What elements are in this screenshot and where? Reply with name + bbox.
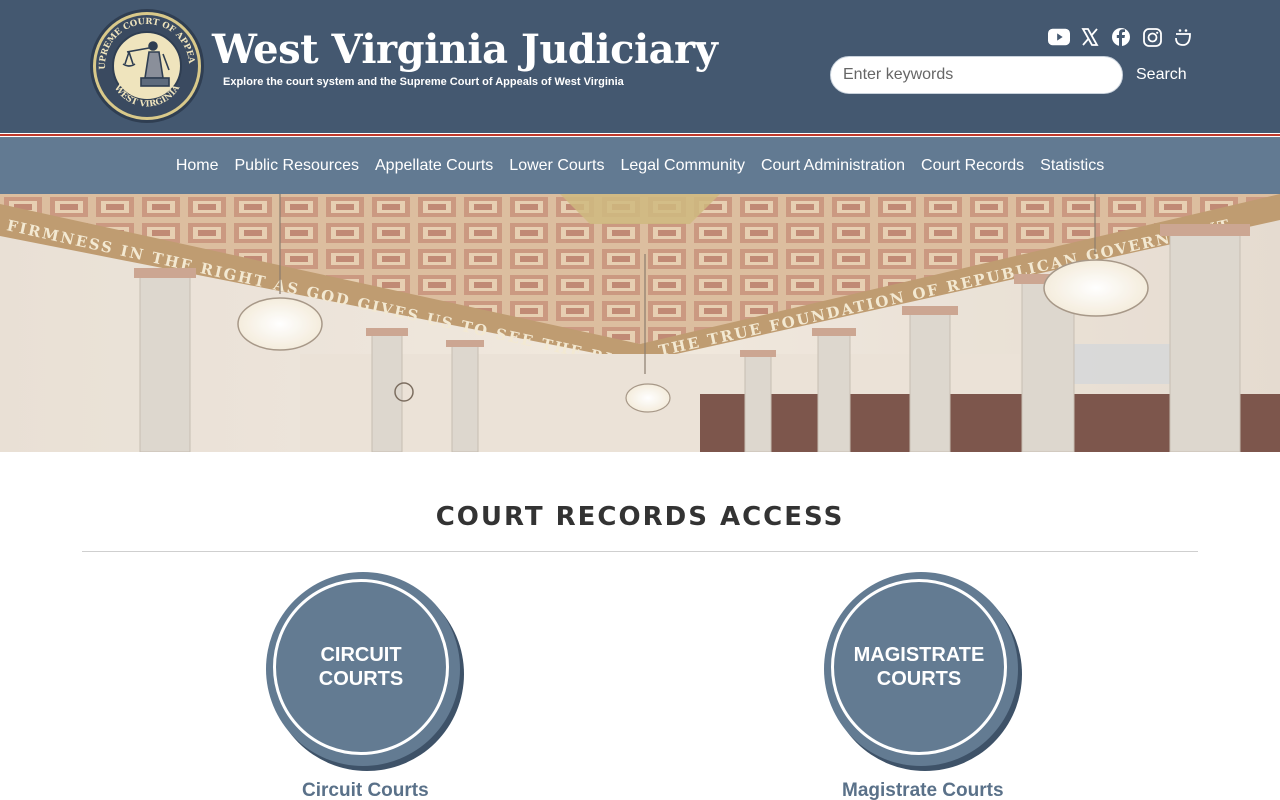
- hero-courtroom-image: FIRMNESS IN THE RIGHT AS GOD GIVES US TO…: [0, 194, 1280, 452]
- youtube-icon[interactable]: [1048, 26, 1070, 48]
- supreme-court-seal-logo[interactable]: SUPREME COURT OF APPEALS WEST VIRGINIA: [89, 8, 205, 124]
- social-links: [1048, 26, 1194, 48]
- x-icon[interactable]: [1079, 26, 1101, 48]
- instagram-icon[interactable]: [1141, 26, 1163, 48]
- circuit-courts-circle-button[interactable]: CIRCUIT COURTS: [266, 572, 460, 766]
- nav-item-lower-courts[interactable]: Lower Courts: [501, 157, 612, 175]
- search-button[interactable]: Search: [1128, 60, 1195, 90]
- section-title: COURT RECORDS ACCESS: [435, 502, 845, 532]
- facebook-icon[interactable]: [1110, 26, 1132, 48]
- section-divider: [82, 551, 1198, 552]
- magistrate-courts-circle-label: MAGISTRATE COURTS: [853, 644, 985, 690]
- nav-item-statistics[interactable]: Statistics: [1032, 157, 1112, 175]
- circle-inner-ring: CIRCUIT COURTS: [273, 579, 449, 755]
- site-tagline: Explore the court system and the Supreme…: [223, 76, 624, 88]
- courtroom-illustration: FIRMNESS IN THE RIGHT AS GOD GIVES US TO…: [0, 194, 1280, 452]
- site-title[interactable]: West Virginia Judiciary: [212, 26, 718, 73]
- nav-item-appellate-courts[interactable]: Appellate Courts: [367, 157, 501, 175]
- circle-inner-ring: MAGISTRATE COURTS: [831, 579, 1007, 755]
- nav-item-home[interactable]: Home: [168, 157, 227, 175]
- threads-icon[interactable]: [1172, 26, 1194, 48]
- circuit-courts-circle-label: CIRCUIT COURTS: [318, 644, 404, 690]
- main-navigation: Home Public Resources Appellate Courts L…: [0, 138, 1280, 194]
- search-input[interactable]: [830, 56, 1123, 94]
- circuit-courts-link[interactable]: Circuit Courts: [302, 780, 429, 800]
- nav-item-legal-community[interactable]: Legal Community: [612, 157, 753, 175]
- magistrate-courts-circle-button[interactable]: MAGISTRATE COURTS: [824, 572, 1018, 766]
- nav-item-public-resources[interactable]: Public Resources: [227, 157, 368, 175]
- nav-item-court-records[interactable]: Court Records: [913, 157, 1032, 175]
- magistrate-courts-link[interactable]: Magistrate Courts: [842, 780, 1004, 800]
- site-header: SUPREME COURT OF APPEALS WEST VIRGINIA W…: [0, 0, 1280, 132]
- nav-item-court-administration[interactable]: Court Administration: [753, 157, 913, 175]
